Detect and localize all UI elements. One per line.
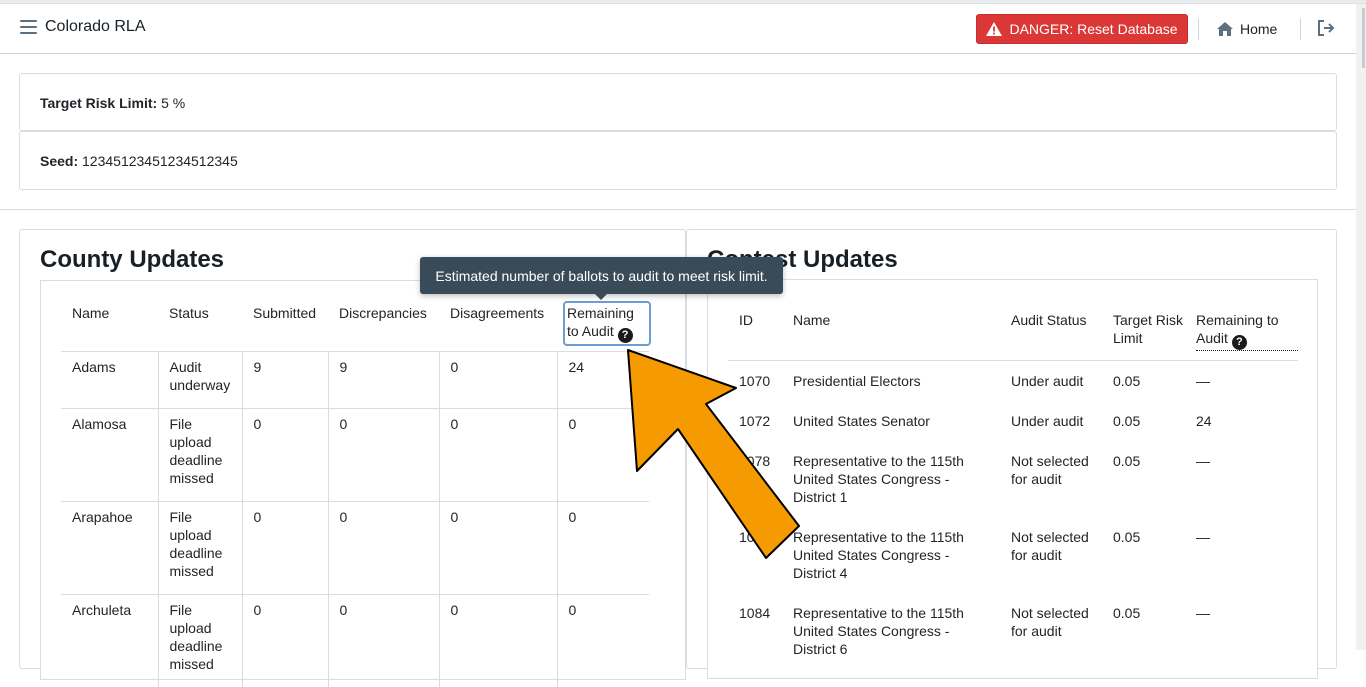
reset-database-label: DANGER: Reset Database — [1009, 21, 1178, 37]
county-status: Audit underway — [157, 350, 242, 408]
contest-audit-status: Under audit — [1011, 412, 1084, 429]
table-row: Archuleta File upload deadline missed 0 0 0 0 — [61, 593, 649, 687]
seed-label: Seed: — [40, 153, 79, 169]
col-submitted: Submitted — [253, 305, 317, 321]
col-audit-status: Audit Status — [1011, 312, 1087, 328]
county-discrepancies: 0 — [327, 407, 439, 501]
county-submitted: 0 — [241, 593, 328, 687]
contest-risk-limit: 0.05 — [1113, 604, 1141, 621]
risk-limit-value: 5 % — [161, 95, 186, 111]
tooltip-text: Estimated number of ballots to audit to … — [435, 267, 768, 284]
county-table: Name Status Submitted Discrepancies Disa… — [61, 301, 651, 687]
nav-divider — [1300, 18, 1301, 40]
county-status: File upload deadline missed — [157, 593, 242, 687]
table-row: Arapahoe File upload deadline missed 0 0 0 0 — [61, 500, 649, 594]
county-name: Alamosa — [61, 407, 158, 501]
warning-icon — [986, 22, 1003, 36]
menu-icon[interactable] — [20, 20, 37, 34]
col-discrepancies: Discrepancies — [339, 305, 427, 321]
logout-icon[interactable] — [1316, 18, 1336, 38]
table-row: 1084 Representative to the 115th United S… — [728, 600, 1298, 676]
county-updates-card: County Updates Name Status Submitted Dis… — [19, 229, 686, 687]
county-submitted: 0 — [241, 500, 328, 594]
col-disagreements: Disagreements — [450, 305, 545, 321]
contest-risk-limit: 0.05 — [1113, 528, 1141, 545]
brand[interactable]: Colorado RLA — [20, 18, 146, 36]
col-contest-remaining[interactable]: Remaining to Audit ? — [1185, 311, 1298, 360]
home-label: Home — [1240, 21, 1278, 37]
county-status: File upload deadline missed — [157, 407, 242, 501]
navbar: Colorado RLA DANGER: Reset Database Home — [0, 4, 1356, 54]
nav-divider — [1198, 18, 1199, 40]
risk-limit: Target Risk Limit: 5 % — [40, 95, 185, 111]
contest-audit-status: Not selected for audit — [1011, 452, 1089, 487]
county-submitted: 0 — [241, 407, 328, 501]
contest-audit-status: Not selected for audit — [1011, 528, 1089, 563]
county-table-panel: Name Status Submitted Discrepancies Disa… — [40, 280, 686, 687]
contest-remaining: — — [1196, 528, 1210, 545]
seed-value: 12345123451234512345 — [82, 153, 238, 169]
scroll-thumb[interactable] — [1362, 8, 1365, 68]
contest-remaining: — — [1196, 604, 1210, 621]
county-name: Archuleta — [61, 593, 158, 687]
scrollbar[interactable] — [1356, 4, 1366, 650]
risk-limit-label: Target Risk Limit: — [40, 95, 158, 111]
contest-remaining: — — [1196, 372, 1210, 389]
col-target-risk: Target Risk Limit — [1113, 312, 1184, 346]
county-name: Adams — [61, 350, 158, 408]
county-discrepancies: 0 — [327, 593, 439, 687]
county-remaining: 0 — [556, 593, 649, 687]
county-discrepancies: 9 — [327, 350, 439, 408]
contest-name: Representative to the 115th United State… — [793, 604, 964, 657]
tooltip-caret — [594, 293, 608, 300]
col-name: Name — [72, 305, 110, 321]
contest-remaining: — — [1196, 452, 1210, 469]
county-disagreements: 0 — [438, 350, 557, 408]
county-disagreements: 0 — [438, 407, 557, 501]
annotation-arrow — [627, 349, 800, 559]
table-row: Adams Audit underway 9 9 0 24 — [61, 350, 649, 408]
contest-audit-status: Under audit — [1011, 372, 1084, 389]
help-icon[interactable]: ? — [1231, 335, 1247, 350]
county-header-row: Name Status Submitted Discrepancies Disa… — [61, 301, 651, 351]
county-submitted: 9 — [241, 350, 328, 408]
table-row: Alamosa File upload deadline missed 0 0 0 0 — [61, 407, 649, 501]
county-status: File upload deadline missed — [157, 500, 242, 594]
county-disagreements: 0 — [438, 500, 557, 594]
seed: Seed: 12345123451234512345 — [40, 153, 238, 169]
contest-risk-limit: 0.05 — [1113, 372, 1141, 389]
tooltip: Estimated number of ballots to audit to … — [420, 257, 783, 294]
contest-risk-limit: 0.05 — [1113, 452, 1141, 469]
brand-label: Colorado RLA — [45, 18, 146, 35]
col-status: Status — [169, 305, 209, 321]
county-disagreements: 0 — [438, 593, 557, 687]
contest-id: 1084 — [739, 604, 771, 621]
county-name: Arapahoe — [61, 500, 158, 594]
home-button[interactable]: Home — [1216, 16, 1277, 42]
home-icon — [1217, 22, 1233, 36]
contest-remaining: 24 — [1196, 412, 1212, 429]
contest-remaining-header[interactable]: Remaining to Audit ? — [1196, 311, 1298, 351]
county-discrepancies: 0 — [327, 500, 439, 594]
reset-database-button[interactable]: DANGER: Reset Database — [976, 14, 1188, 44]
county-updates-title: County Updates — [40, 246, 225, 273]
risk-limit-card: Target Risk Limit: 5 % — [19, 73, 1337, 131]
contest-audit-status: Not selected for audit — [1011, 604, 1089, 639]
seed-card: Seed: 12345123451234512345 — [19, 131, 1337, 190]
contest-risk-limit: 0.05 — [1113, 412, 1141, 429]
